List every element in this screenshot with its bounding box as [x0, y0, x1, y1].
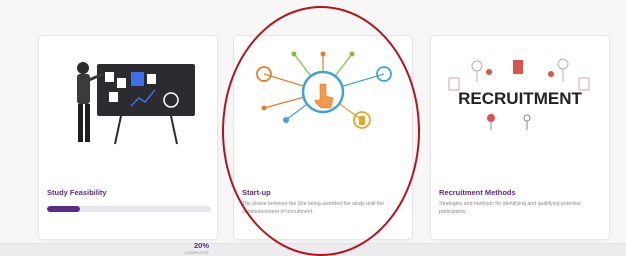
recruitment-illustration: RECRUITMENT [448, 58, 590, 130]
card-title: Start-up [242, 188, 271, 197]
card-description: The phase between the Site being awarded… [242, 201, 385, 215]
card-title: Study Feasibility [47, 188, 107, 197]
card-study-feasibility[interactable]: Study Feasibility 20% COMPLETE [38, 35, 218, 255]
card-start-up[interactable]: Start-up The phase between the Site bein… [233, 35, 413, 240]
presentation-board-illustration [77, 62, 195, 145]
progress-bar [47, 206, 211, 212]
card-title: Recruitment Methods [439, 188, 516, 197]
bottom-band [0, 243, 626, 256]
progress-percent: 20% [193, 241, 209, 250]
card-description: Strategies and methods for identifying a… [439, 201, 581, 215]
progress-label: COMPLETE [184, 250, 209, 255]
progress-fill [47, 206, 80, 212]
network-hand-illustration [256, 51, 392, 129]
card-recruitment-methods[interactable]: RECRUITMENT Recruitment Methods Strategi… [430, 35, 610, 240]
recruitment-wordmark: RECRUITMENT [458, 89, 582, 108]
